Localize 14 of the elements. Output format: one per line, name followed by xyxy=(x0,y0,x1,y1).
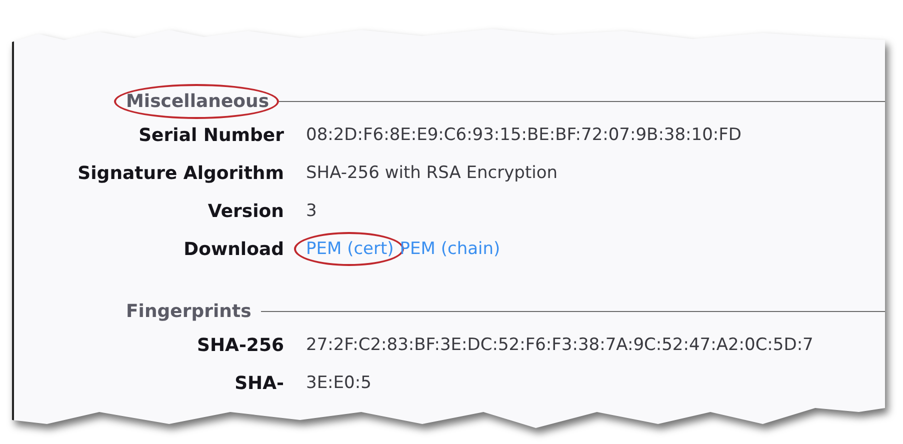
download-link[interactable]: PEM (cert) xyxy=(306,239,394,259)
field-label: SHA- xyxy=(234,372,284,394)
section-heading: Miscellaneous xyxy=(126,90,270,112)
field-value: 3E:E0:5 xyxy=(306,373,372,393)
field-value: 08:2D:F6:8E:E9:C6:93:15:BE:BF:72:07:9B:38:10:FD xyxy=(306,125,743,145)
field-value: SHA-256 with RSA Encryption xyxy=(306,163,559,183)
field-label: Download xyxy=(184,238,284,260)
field-label: Serial Number xyxy=(138,124,284,146)
field-label: Signature Algorithm xyxy=(78,162,284,184)
field-value: 3 xyxy=(306,201,318,221)
field-label: Version xyxy=(208,200,284,222)
field-value: 27:2F:C2:83:BF:3E:DC:52:F6:F3:38:7A:9C:52:47:A2:0C:5D:7 xyxy=(306,335,814,355)
field-label: SHA-256 xyxy=(196,334,284,356)
section-heading: Fingerprints xyxy=(126,300,252,322)
